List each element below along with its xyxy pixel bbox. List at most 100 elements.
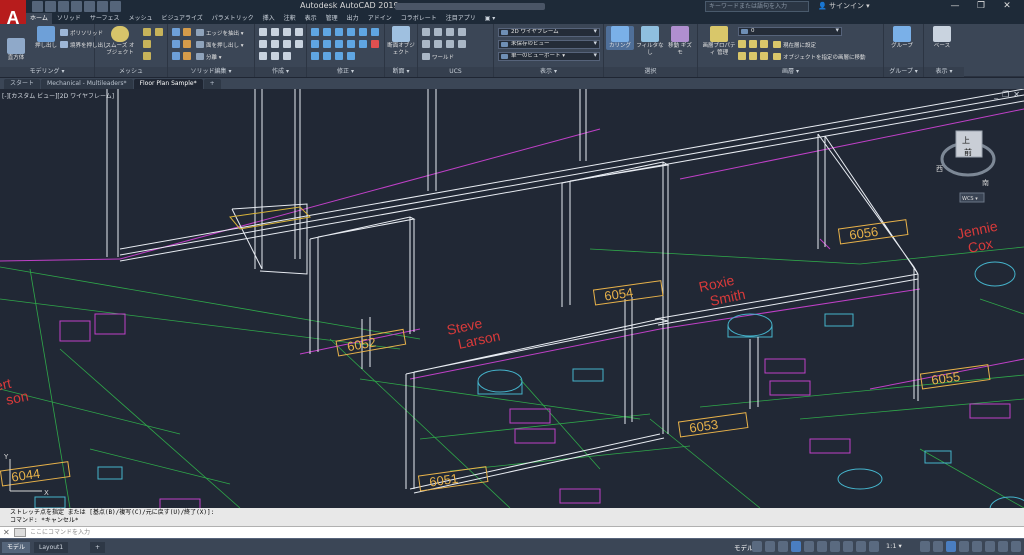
- minimize-button[interactable]: —: [942, 0, 968, 13]
- mirror-icon[interactable]: [359, 28, 367, 36]
- search-input[interactable]: キーワードまたは語句を入力: [705, 1, 809, 12]
- align-icon[interactable]: [311, 52, 319, 60]
- ribbon-tab[interactable]: コラボレート: [397, 13, 441, 24]
- layer-on-icon[interactable]: [760, 52, 768, 60]
- units-icon[interactable]: [959, 541, 969, 552]
- object-track-icon[interactable]: [817, 541, 827, 552]
- line-icon[interactable]: [259, 28, 267, 36]
- room-tag[interactable]: 6056: [837, 219, 909, 245]
- panel-title-groups[interactable]: グループ ▾: [884, 67, 923, 77]
- print-icon[interactable]: [84, 1, 95, 12]
- move-to-layer-button[interactable]: オブジェクトを指定の画層に移動: [773, 52, 866, 61]
- new-tab-button[interactable]: +: [203, 79, 221, 89]
- ucs-x-icon[interactable]: [422, 40, 430, 48]
- viewcube-west-label[interactable]: 西: [936, 165, 943, 173]
- panel-title-mesh[interactable]: メッシュ: [95, 67, 167, 77]
- ucs-view-icon[interactable]: [458, 28, 466, 36]
- layer-isolate-icon[interactable]: [749, 40, 757, 48]
- panel-title-selection[interactable]: 選択: [604, 67, 697, 77]
- ribbon-tab[interactable]: 管理: [322, 13, 342, 24]
- ucs-y-icon[interactable]: [434, 40, 442, 48]
- ucs-3point-icon[interactable]: [446, 28, 454, 36]
- layer-freeze-icon[interactable]: [760, 40, 768, 48]
- join-icon[interactable]: [323, 52, 331, 60]
- redo-icon[interactable]: [110, 1, 121, 12]
- panel-title-layers[interactable]: 画層 ▾: [698, 67, 883, 77]
- base-view-button[interactable]: ベース: [928, 26, 956, 50]
- scale-icon[interactable]: [323, 40, 331, 48]
- rectangle-icon[interactable]: [259, 40, 267, 48]
- document-tab[interactable]: スタート: [4, 79, 41, 89]
- transparency-icon[interactable]: [856, 541, 866, 552]
- add-layout-button[interactable]: +: [90, 542, 106, 553]
- ribbon-tab[interactable]: 出力: [343, 13, 363, 24]
- save-icon[interactable]: [58, 1, 69, 12]
- restore-button[interactable]: ❐: [968, 0, 994, 13]
- employee-name[interactable]: SteveLarson: [445, 312, 501, 354]
- document-tab[interactable]: Floor Plan Sample*: [133, 79, 203, 89]
- model-space-button[interactable]: モデル: [734, 542, 754, 552]
- saveas-icon[interactable]: [71, 1, 82, 12]
- panel-title-section[interactable]: 断面 ▾: [385, 67, 417, 77]
- quick-properties-icon[interactable]: [972, 541, 982, 552]
- ribbon-tab[interactable]: 挿入: [259, 13, 279, 24]
- ribbon-tab[interactable]: 表示: [301, 13, 321, 24]
- clean-screen-icon[interactable]: [1011, 541, 1021, 552]
- new-icon[interactable]: [32, 1, 43, 12]
- erase-icon[interactable]: [371, 40, 379, 48]
- mesh-refine-icon[interactable]: [143, 40, 151, 48]
- ucs-z-icon[interactable]: [446, 40, 454, 48]
- annotation-visibility-icon[interactable]: [920, 541, 930, 552]
- layout-tab[interactable]: モデル: [2, 542, 31, 553]
- slice-icon[interactable]: [183, 52, 191, 60]
- ucs-object-icon[interactable]: [458, 40, 466, 48]
- command-line[interactable]: ✕ ここにコマンドを入力: [0, 526, 1024, 538]
- ribbon-tab[interactable]: 注目アプリ: [442, 13, 480, 24]
- sign-in-button[interactable]: 👤 サインイン ▾: [818, 1, 870, 11]
- boundary-icon[interactable]: [283, 52, 291, 60]
- auto-scale-icon[interactable]: [933, 541, 943, 552]
- close-button[interactable]: ✕: [994, 0, 1020, 13]
- viewport-minimize-button[interactable]: _: [994, 90, 998, 99]
- polyline-icon[interactable]: [271, 28, 279, 36]
- chamfer-icon[interactable]: [183, 40, 191, 48]
- floor-plan-drawing[interactable]: 6051 6052 6053 6054 6055 6056 6044 SteveLarson…: [0, 89, 1024, 508]
- ribbon-tab[interactable]: ビジュアライズ: [158, 13, 207, 24]
- layer-lock-icon[interactable]: [738, 52, 746, 60]
- room-tag[interactable]: 6053: [677, 412, 749, 438]
- employee-name[interactable]: JennieCox: [955, 218, 1002, 258]
- room-tag[interactable]: 6052: [335, 328, 407, 357]
- panel-title-base-view[interactable]: 表示 ▾: [924, 67, 964, 77]
- trim-icon[interactable]: [335, 28, 343, 36]
- smooth-object-button[interactable]: スムーズ オブジェクト: [103, 26, 137, 57]
- isodraft-icon[interactable]: [804, 541, 814, 552]
- union-icon[interactable]: [172, 28, 180, 36]
- command-recent-icon[interactable]: [14, 528, 26, 537]
- panel-title-view[interactable]: 表示 ▾: [494, 67, 603, 77]
- layer-select[interactable]: 0: [738, 27, 842, 36]
- circle-icon[interactable]: [283, 28, 291, 36]
- close-command-icon[interactable]: ✕: [3, 528, 11, 537]
- make-current-button[interactable]: 現在層に設定: [773, 40, 816, 49]
- viewport-close-button[interactable]: ✕: [1013, 90, 1020, 99]
- grid-icon[interactable]: [752, 541, 762, 552]
- rotate-icon[interactable]: [323, 28, 331, 36]
- panel-title-draw[interactable]: 作成 ▾: [255, 67, 306, 77]
- hatch-icon[interactable]: [295, 40, 303, 48]
- isolate-objects-icon[interactable]: [985, 541, 995, 552]
- explode-icon[interactable]: [359, 40, 367, 48]
- culling-button[interactable]: カリング: [606, 26, 634, 50]
- hardware-acceleration-icon[interactable]: [998, 541, 1008, 552]
- subtract-icon[interactable]: [172, 40, 180, 48]
- intersect-icon[interactable]: [172, 52, 180, 60]
- viewcube-top-label[interactable]: 上: [962, 136, 970, 145]
- saved-view-select[interactable]: 未保存のビュー: [498, 40, 600, 49]
- stretch-icon[interactable]: [311, 40, 319, 48]
- ribbon-tab[interactable]: メッシュ: [124, 13, 156, 24]
- ucs-origin-icon[interactable]: [434, 28, 442, 36]
- spline-icon[interactable]: [271, 40, 279, 48]
- ribbon-tab[interactable]: サーフェス: [86, 13, 124, 24]
- viewport-restore-button[interactable]: ❐: [1002, 90, 1009, 99]
- extrude-button[interactable]: 押し出し: [32, 26, 60, 50]
- snap-icon[interactable]: [765, 541, 775, 552]
